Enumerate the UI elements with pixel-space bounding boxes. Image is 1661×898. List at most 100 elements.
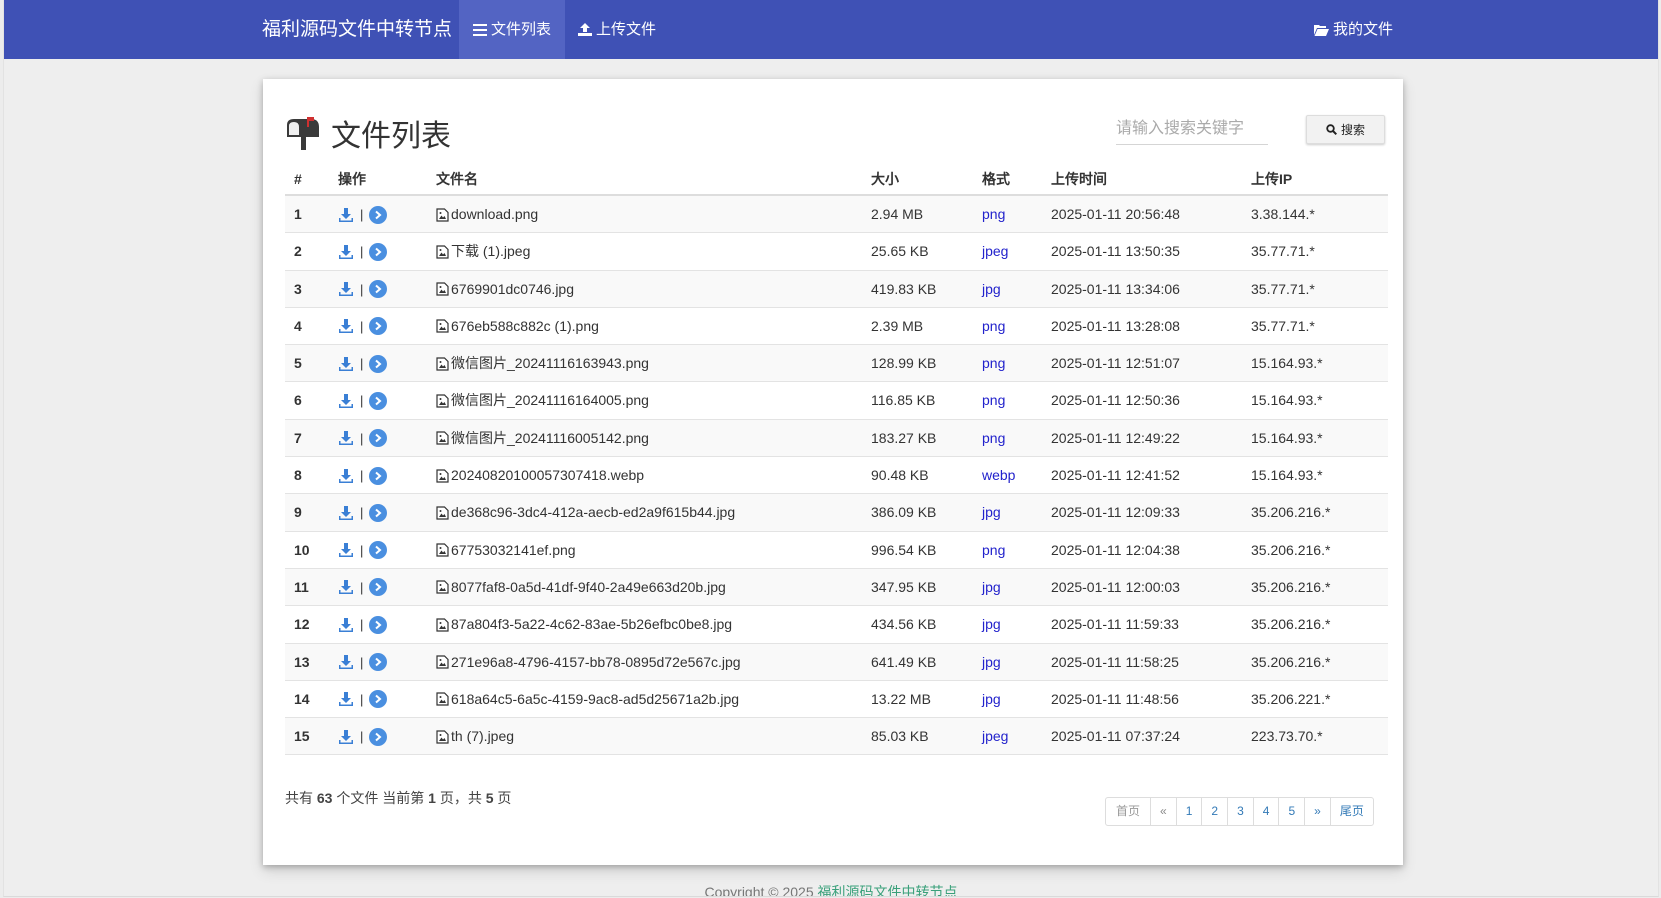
row-time: 2025-01-11 12:51:07 [1051, 355, 1180, 372]
page-prev[interactable]: « [1150, 798, 1176, 825]
row-format[interactable]: jpeg [982, 233, 1008, 270]
row-format[interactable]: png [982, 532, 1005, 569]
page-4[interactable]: 4 [1252, 798, 1279, 825]
row-format[interactable]: png [982, 420, 1005, 457]
table-header: # 操作 文件名 大小 格式 上传时间 上传IP [285, 162, 1388, 196]
download-icon[interactable] [338, 244, 354, 260]
row-format[interactable]: jpg [982, 606, 1001, 643]
row-filename[interactable]: 微信图片_20241116164005.png [436, 382, 649, 419]
row-time: 2025-01-11 13:50:35 [1051, 243, 1180, 260]
page-1[interactable]: 1 [1175, 798, 1202, 825]
open-icon[interactable] [369, 615, 388, 634]
footer-link[interactable]: 福利源码文件中转节点 [818, 884, 958, 896]
row-filename[interactable]: th (7).jpeg [436, 718, 514, 755]
open-icon[interactable] [369, 391, 388, 410]
row-format[interactable]: png [982, 345, 1005, 382]
open-icon[interactable] [369, 727, 388, 746]
open-icon[interactable] [369, 541, 388, 560]
row-time: 2025-01-11 11:59:33 [1051, 616, 1179, 633]
row-format[interactable]: jpg [982, 569, 1001, 606]
download-icon[interactable] [338, 356, 354, 372]
row-size: 2.39 MB [871, 317, 924, 334]
download-icon[interactable] [338, 393, 354, 409]
table-row: 14 | 618a64c5-6a5c-4159-9ac8-ad5d25671a2… [285, 681, 1388, 719]
row-size: 183.27 KB [871, 429, 937, 446]
row-filename[interactable]: 67753032141ef.png [436, 532, 576, 569]
download-icon[interactable] [338, 505, 354, 521]
page-3[interactable]: 3 [1227, 798, 1253, 825]
row-format[interactable]: webp [982, 457, 1015, 494]
download-icon[interactable] [338, 430, 354, 446]
page-next[interactable]: » [1304, 798, 1330, 825]
row-format[interactable]: jpg [982, 271, 1001, 308]
open-icon[interactable] [369, 429, 388, 448]
summary-text: 共有 63 个文件 当前第 1 页，共 5 页 [285, 788, 511, 808]
open-icon[interactable] [369, 354, 388, 373]
row-format[interactable]: jpg [982, 644, 1001, 681]
row-filename[interactable]: 6769901dc0746.jpg [436, 271, 574, 308]
image-file-icon [436, 468, 449, 483]
action-separator: | [360, 244, 364, 260]
open-icon[interactable] [369, 503, 388, 522]
summary-prefix: 共有 [285, 790, 313, 806]
row-format[interactable]: png [982, 382, 1005, 419]
row-format[interactable]: png [982, 196, 1005, 233]
image-file-icon [436, 245, 449, 259]
row-filename[interactable]: 8077faf8-0a5d-41df-9f40-2a49e663d20b.jpg [436, 569, 726, 606]
row-filename[interactable]: 87a804f3-5a22-4c62-83ae-5b26efbc0be8.jpg [436, 606, 732, 643]
download-icon[interactable] [338, 542, 354, 558]
download-icon[interactable] [338, 617, 354, 633]
row-format[interactable]: png [982, 308, 1005, 345]
open-icon[interactable] [369, 280, 388, 299]
open-icon[interactable] [369, 242, 388, 261]
download-icon[interactable] [338, 468, 354, 484]
download-icon[interactable] [338, 654, 354, 670]
download-icon[interactable] [338, 729, 354, 745]
row-filename[interactable]: download.png [436, 196, 538, 233]
image-file-icon [436, 207, 449, 222]
page-first[interactable]: 首页 [1106, 798, 1150, 825]
row-format[interactable]: jpeg [982, 718, 1008, 755]
row-filename[interactable]: 下载 (1).jpeg [436, 233, 530, 270]
download-icon[interactable] [338, 579, 354, 595]
row-filename[interactable]: 微信图片_20241116005142.png [436, 420, 649, 457]
download-icon[interactable] [338, 281, 354, 297]
row-format[interactable]: jpg [982, 494, 1001, 531]
row-ip: 15.164.93.* [1251, 467, 1323, 484]
row-filename[interactable]: 271e96a8-4796-4157-bb78-0895d72e567c.jpg [436, 644, 741, 681]
open-icon[interactable] [369, 205, 388, 224]
row-num: 13 [294, 653, 310, 670]
row-format[interactable]: jpg [982, 681, 1001, 718]
row-actions: | [338, 681, 388, 718]
row-filename-text: 87a804f3-5a22-4c62-83ae-5b26efbc0be8.jpg [451, 616, 733, 633]
row-filename[interactable]: 676eb588c882c (1).png [436, 308, 599, 345]
open-icon[interactable] [369, 690, 388, 709]
page-last[interactable]: 尾页 [1329, 798, 1373, 825]
row-filename[interactable]: 微信图片_20241116163943.png [436, 345, 649, 382]
row-num: 11 [294, 578, 309, 595]
page-5[interactable]: 5 [1278, 798, 1304, 825]
open-icon[interactable] [369, 466, 388, 485]
page-2[interactable]: 2 [1201, 798, 1227, 825]
table-row: 6 | 微信图片_20241116164005.png 116.85 KB pn… [285, 382, 1388, 420]
table-row: 7 | 微信图片_20241116005142.png 183.27 KB pn… [285, 419, 1388, 458]
row-filename[interactable]: 20240820100057307418.webp [436, 457, 644, 494]
row-time: 2025-01-11 13:34:06 [1051, 280, 1180, 297]
nav-my-files[interactable]: 我的文件 [1300, 0, 1407, 59]
download-icon[interactable] [338, 691, 354, 707]
brand-title[interactable]: 福利源码文件中转节点 [262, 0, 452, 59]
action-separator: | [360, 729, 364, 745]
search-button[interactable]: 搜索 [1306, 115, 1385, 144]
nav-file-list[interactable]: 文件列表 [459, 0, 566, 59]
nav-upload[interactable]: 上传文件 [564, 0, 670, 59]
download-icon[interactable] [338, 207, 354, 223]
row-filename[interactable]: de368c96-3dc4-412a-aecb-ed2a9f615b44.jpg [436, 494, 735, 531]
download-icon[interactable] [338, 318, 354, 334]
open-icon[interactable] [369, 578, 388, 597]
search-input[interactable] [1116, 113, 1268, 145]
open-icon[interactable] [369, 653, 388, 672]
open-icon[interactable] [369, 317, 388, 336]
row-actions: | [338, 420, 388, 457]
row-filename[interactable]: 618a64c5-6a5c-4159-9ac8-ad5d25671a2b.jpg [436, 681, 739, 718]
action-separator: | [360, 318, 364, 334]
